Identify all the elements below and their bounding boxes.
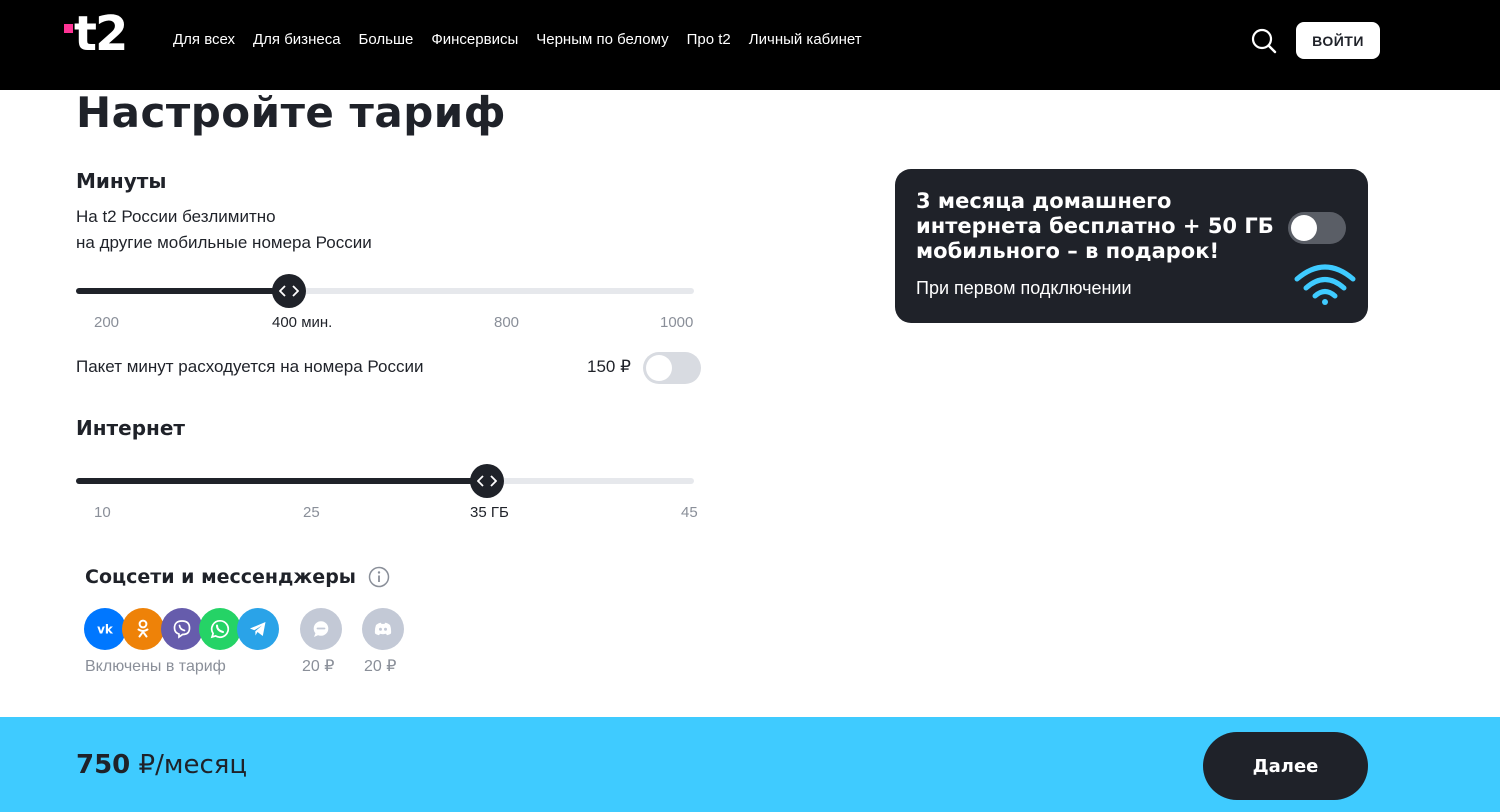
minutes-slider-track[interactable] [76, 288, 694, 294]
t2-logo[interactable]: t2 [64, 6, 132, 62]
chat-bubble-glyph [313, 621, 329, 637]
minutes-package-label: Пакет минут расходуется на номера России [76, 357, 424, 376]
nav-item-account[interactable]: Личный кабинет [749, 30, 862, 50]
nav-item-finservices[interactable]: Финсервисы [431, 30, 518, 50]
telegram-glyph [250, 622, 266, 636]
minutes-tick[interactable]: 800 [494, 313, 519, 333]
nav-item-business[interactable]: Для бизнеса [253, 30, 341, 50]
minutes-tick-selected[interactable]: 400 мин. [272, 313, 332, 333]
internet-tick[interactable]: 25 [303, 503, 320, 523]
vk-icon[interactable]: vk [84, 608, 126, 650]
toggle-knob [1291, 215, 1317, 241]
drag-arrows-icon [279, 285, 300, 297]
telegram-icon[interactable] [237, 608, 279, 650]
logo-dot [64, 24, 73, 33]
internet-slider-track[interactable] [76, 478, 694, 484]
promo-subtitle: При первом подключении [916, 278, 1132, 298]
login-button[interactable]: ВОЙТИ [1296, 22, 1380, 59]
minutes-title: Минуты [76, 169, 167, 193]
drag-arrows-icon [476, 475, 497, 487]
total-price: 750 ₽/месяц [76, 749, 247, 781]
minutes-slider-thumb[interactable] [272, 274, 307, 308]
logo-text: t2 [74, 6, 128, 62]
promo-title: 3 месяца домашнего интернета бесплатно +… [916, 189, 1274, 263]
main-nav: Для всех Для бизнеса Больше Финсервисы Ч… [173, 30, 880, 50]
search-icon[interactable] [1251, 28, 1277, 54]
next-button[interactable]: Далее [1203, 732, 1368, 800]
internet-slider-fill [76, 478, 487, 484]
promo-card: 3 месяца домашнего интернета бесплатно +… [895, 169, 1368, 323]
site-header: t2 Для всех Для бизнеса Больше Финсервис… [0, 0, 1500, 90]
internet-slider-thumb[interactable] [469, 464, 504, 498]
whatsapp-glyph [210, 619, 229, 639]
svg-text:vk: vk [97, 623, 114, 637]
included-label: Включены в тариф [85, 658, 226, 675]
minutes-package-price: 150 ₽ [587, 357, 631, 376]
footer-bar: 750 ₽/месяц Далее [0, 717, 1500, 812]
minutes-desc-line1: На t2 России безлимитно [76, 207, 276, 226]
viber-icon[interactable] [161, 608, 203, 650]
extra-price: 20 ₽ [364, 658, 397, 675]
minutes-tick[interactable]: 1000 [660, 313, 693, 333]
minutes-slider-fill [76, 288, 290, 294]
whatsapp-icon[interactable] [199, 608, 241, 650]
chat-bubble-icon[interactable] [300, 608, 342, 650]
nav-item-more[interactable]: Больше [359, 30, 414, 50]
discord-glyph [374, 622, 392, 636]
price-suffix: ₽/месяц [130, 750, 248, 780]
page-title: Настройте тариф [76, 88, 506, 137]
nav-item-black-on-white[interactable]: Черным по белому [536, 30, 668, 50]
nav-item-for-all[interactable]: Для всех [173, 30, 235, 50]
minutes-desc-line2: на другие мобильные номера России [76, 233, 372, 252]
price-amount: 750 [76, 750, 131, 780]
internet-tick-selected[interactable]: 35 ГБ [470, 503, 509, 523]
internet-title: Интернет [76, 416, 186, 440]
discord-icon[interactable] [362, 608, 404, 650]
odnoklassniki-icon[interactable] [122, 608, 164, 650]
vk-glyph: vk [97, 623, 114, 637]
promo-toggle[interactable] [1288, 212, 1346, 244]
internet-tick[interactable]: 45 [681, 503, 698, 523]
viber-glyph [173, 620, 191, 639]
social-title: Соцсети и мессенджеры [85, 566, 356, 588]
minutes-tick[interactable]: 200 [94, 313, 119, 333]
info-icon[interactable] [368, 566, 390, 588]
toggle-knob [646, 355, 672, 381]
minutes-package-toggle[interactable] [643, 352, 701, 384]
ok-glyph [137, 619, 149, 638]
extra-price: 20 ₽ [302, 658, 335, 675]
internet-tick[interactable]: 10 [94, 503, 111, 523]
nav-item-about[interactable]: Про t2 [687, 30, 731, 50]
wifi-icon [1294, 264, 1356, 305]
